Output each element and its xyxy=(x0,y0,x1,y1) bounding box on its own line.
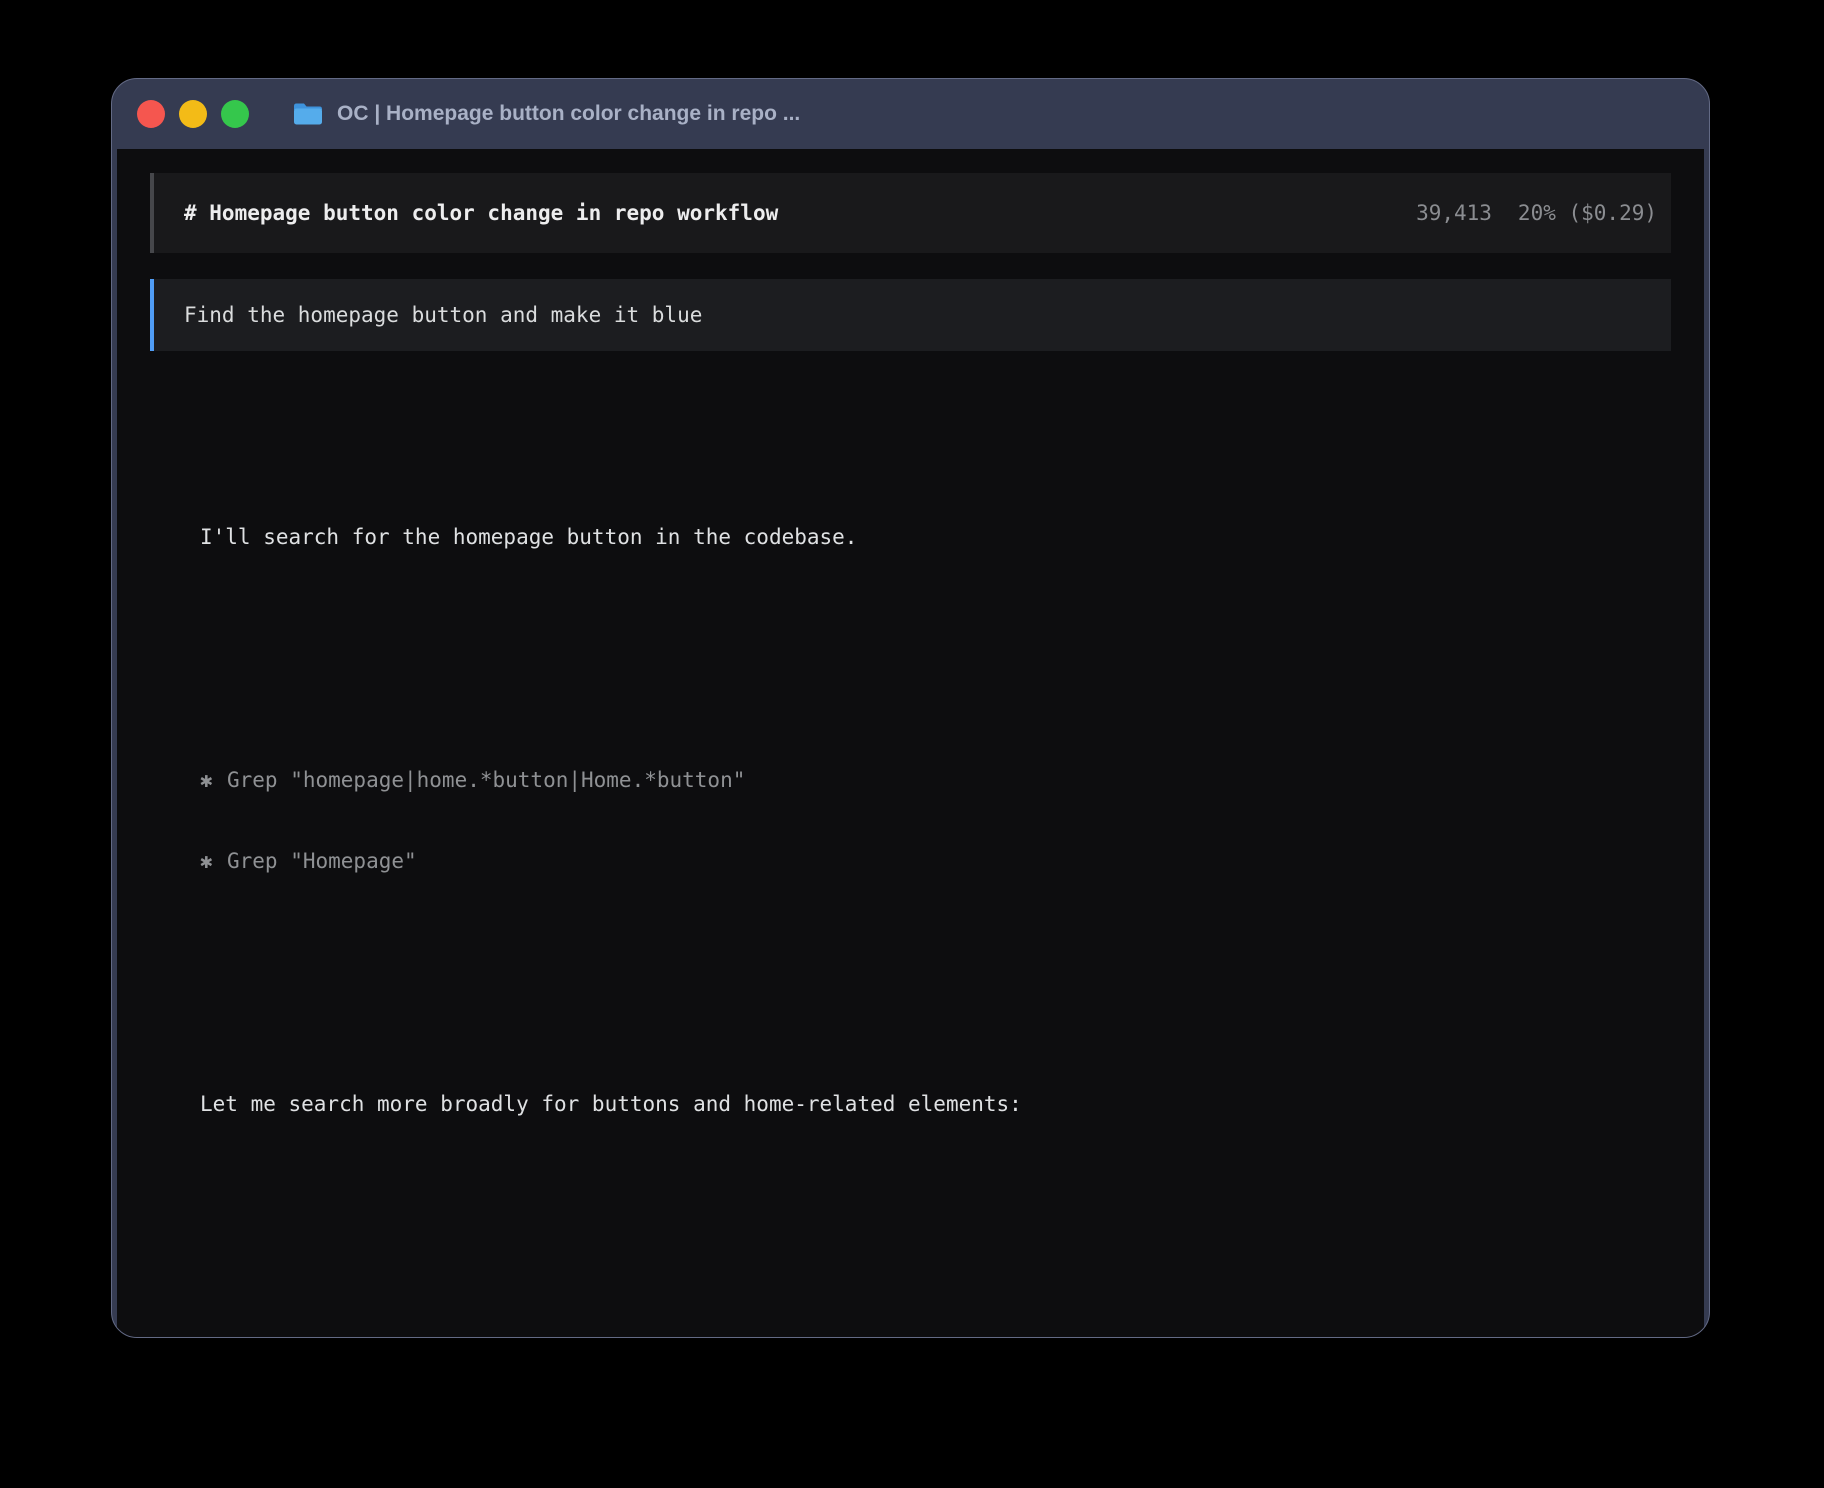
window-title: OC | Homepage button color change in rep… xyxy=(337,102,800,126)
context-usage-cost: 20% ($0.29) xyxy=(1518,200,1657,227)
grep-tool-call: ✱Grep "Homepage" xyxy=(200,848,1671,875)
assistant-text: Let me search more broadly for buttons a… xyxy=(200,1091,1671,1118)
tool-bullet-icon: ✱ xyxy=(200,848,227,875)
session-title: # Homepage button color change in repo w… xyxy=(184,200,1416,227)
token-count: 39,413 xyxy=(1416,200,1492,227)
grep-tool-call: ✱Grep "homepage|home.*button|Home.*butto… xyxy=(200,767,1671,794)
folder-icon xyxy=(293,102,323,126)
tool-bullet-icon: ✱ xyxy=(200,767,227,794)
close-button[interactable] xyxy=(137,100,165,128)
terminal-content: # Homepage button color change in repo w… xyxy=(117,149,1704,1338)
user-message-text: Find the homepage button and make it blu… xyxy=(184,302,702,329)
user-message: Find the homepage button and make it blu… xyxy=(150,279,1671,351)
terminal-window: OC | Homepage button color change in rep… xyxy=(111,78,1710,1338)
assistant-transcript: I'll search for the homepage button in t… xyxy=(200,389,1671,1338)
assistant-text: I'll search for the homepage button in t… xyxy=(200,524,1671,551)
grep-tool-call: ✱Grep "Home" (18 matches) xyxy=(200,1334,1671,1338)
session-header: # Homepage button color change in repo w… xyxy=(150,173,1671,253)
window-titlebar: OC | Homepage button color change in rep… xyxy=(112,79,1709,149)
session-stats: 39,413 20% ($0.29) xyxy=(1416,200,1657,227)
tool-bullet-icon: ✱ xyxy=(200,1334,227,1338)
minimize-button[interactable] xyxy=(179,100,207,128)
zoom-button[interactable] xyxy=(221,100,249,128)
